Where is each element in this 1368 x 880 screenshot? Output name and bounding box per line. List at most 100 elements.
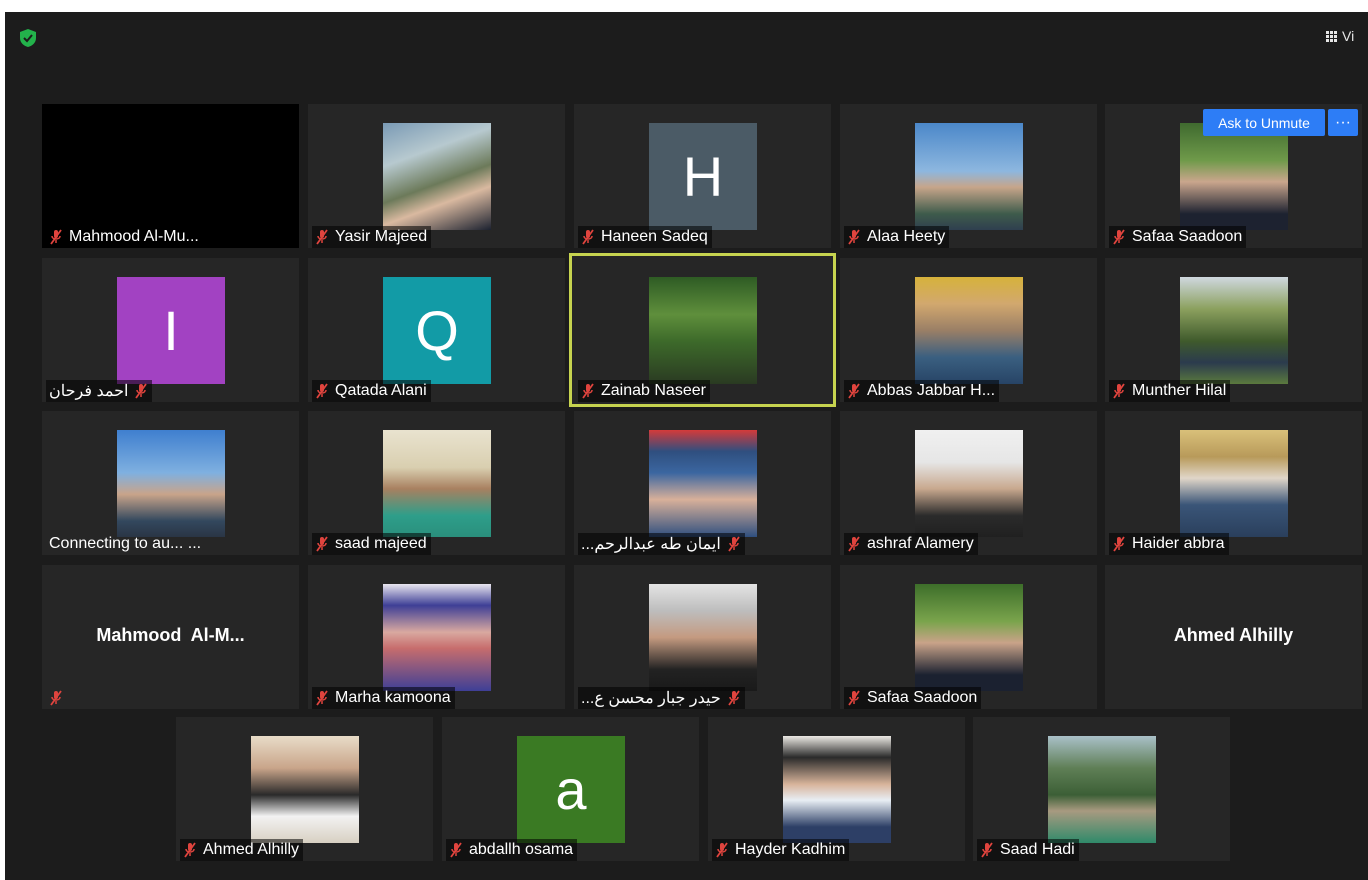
participant-name: Marha kamoona [335, 689, 451, 706]
participant-photo [783, 736, 891, 843]
connecting-status: Connecting to au... ... [49, 535, 202, 552]
participant-label: Saad Hadi [977, 839, 1079, 861]
participant-label: Safaa Saadoon [1109, 226, 1247, 248]
participant-photo [915, 277, 1023, 384]
participant-tile[interactable]: ashraf Alamery [840, 411, 1097, 555]
participant-photo [915, 430, 1023, 537]
participant-label: Yasir Majeed [312, 226, 432, 248]
participant-name: حيدر جبار محسن ع... [581, 690, 721, 707]
participant-name: Hayder Kadhim [735, 841, 846, 858]
muted-mic-icon [1113, 536, 1125, 552]
meeting-window: Vi Mahmood Al-Mu... Yasir Majeed H Hanee… [5, 12, 1368, 880]
participant-tile-active-speaker[interactable]: Zainab Naseer [569, 253, 836, 407]
participant-photo [383, 584, 491, 691]
muted-mic-icon [981, 842, 993, 858]
muted-mic-icon [450, 842, 462, 858]
muted-mic-icon [50, 229, 62, 245]
participant-tile[interactable]: حيدر جبار محسن ع... [574, 565, 831, 709]
participant-name: saad majeed [335, 535, 427, 552]
participant-tile[interactable]: Safaa Saadoon [840, 565, 1097, 709]
participant-label: ايمان طه عبدالرحم... [578, 533, 745, 555]
participant-tile[interactable]: Munther Hilal [1105, 258, 1362, 402]
participant-tile[interactable]: Abbas Jabbar H... [840, 258, 1097, 402]
participant-label: Haider abbra [1109, 533, 1229, 555]
participant-initial: Q [383, 277, 491, 384]
participant-name: ايمان طه عبدالرحم... [581, 536, 721, 553]
participant-tile[interactable]: H Haneen Sadeq [574, 104, 831, 248]
participant-tile[interactable]: Mahmood Al-M... [42, 565, 299, 709]
participant-name: ashraf Alamery [867, 535, 974, 552]
ask-to-unmute-button[interactable]: Ask to Unmute [1203, 109, 1325, 136]
participant-tile[interactable]: Connecting to au... ... [42, 411, 299, 555]
participant-label: Connecting to au... ... [46, 533, 205, 555]
participant-photo [383, 123, 491, 230]
participant-label: احمد فرحان [46, 380, 153, 402]
participant-photo [915, 123, 1023, 230]
muted-mic-icon [848, 383, 860, 399]
shield-check-icon[interactable] [20, 29, 36, 47]
participant-name: Ahmed Alhilly [203, 841, 300, 858]
participant-tile[interactable]: Hayder Kadhim [708, 717, 965, 861]
participant-tile[interactable]: saad majeed [308, 411, 565, 555]
muted-mic-icon [716, 842, 728, 858]
participant-initial: a [517, 736, 625, 843]
participant-label: ashraf Alamery [844, 533, 978, 555]
participant-name: Safaa Saadoon [1132, 228, 1243, 245]
participant-photo [649, 430, 757, 537]
participant-label: Munther Hilal [1109, 380, 1231, 402]
participant-tile[interactable]: I احمد فرحان [42, 258, 299, 402]
more-options-button[interactable]: ··· [1328, 109, 1358, 136]
participant-tile[interactable]: a abdallh osama [442, 717, 699, 861]
participant-label: Abbas Jabbar H... [844, 380, 1000, 402]
participant-tile[interactable]: Mahmood Al-Mu... [42, 104, 299, 248]
participant-tile[interactable]: Marha kamoona [308, 565, 565, 709]
muted-mic-icon [728, 690, 740, 706]
participant-label: Marha kamoona [312, 687, 455, 709]
participant-label: Ahmed Alhilly [180, 839, 304, 861]
participant-label: حيدر جبار محسن ع... [578, 687, 745, 709]
participant-display-name: Mahmood Al-M... [96, 625, 245, 645]
muted-mic-icon [184, 842, 196, 858]
participant-label: saad majeed [312, 533, 431, 555]
participant-photo [1180, 277, 1288, 384]
muted-mic-icon [848, 536, 860, 552]
participant-photo [117, 430, 225, 537]
participant-tile[interactable]: ايمان طه عبدالرحم... [574, 411, 831, 555]
participant-name: Zainab Naseer [601, 382, 706, 399]
participant-photo [649, 584, 757, 691]
muted-mic-icon [316, 383, 328, 399]
participant-label: Mahmood Al-Mu... [46, 226, 203, 248]
muted-mic-icon [135, 383, 148, 399]
participant-name: Abbas Jabbar H... [867, 382, 996, 399]
participant-tile[interactable]: Saad Hadi [973, 717, 1230, 861]
participant-name: احمد فرحان [49, 383, 129, 400]
view-label: Vi [1342, 28, 1355, 44]
muted-mic-icon [728, 536, 740, 552]
participant-label: Zainab Naseer [578, 380, 710, 402]
participant-name: Munther Hilal [1132, 382, 1227, 399]
participant-tile[interactable]: Yasir Majeed [308, 104, 565, 248]
muted-mic-icon [848, 690, 860, 706]
participant-photo [1048, 736, 1156, 843]
view-button[interactable]: Vi [1326, 28, 1354, 44]
muted-mic-icon [50, 690, 62, 706]
participant-label: Safaa Saadoon [844, 687, 982, 709]
muted-mic-icon [1113, 229, 1125, 245]
participant-photo [1180, 123, 1288, 230]
participant-label: Hayder Kadhim [712, 839, 850, 861]
participant-photo [383, 430, 491, 537]
participant-name: Safaa Saadoon [867, 689, 978, 706]
participant-photo [915, 584, 1023, 691]
participant-tile[interactable]: Haider abbra [1105, 411, 1362, 555]
participant-initial: I [117, 277, 225, 384]
participant-tile[interactable]: Alaa Heety [840, 104, 1097, 248]
participant-label: Qatada Alani [312, 380, 431, 402]
participant-tile[interactable]: Ahmed Alhilly [1105, 565, 1362, 709]
participant-photo [1180, 430, 1288, 537]
participant-name: Yasir Majeed [335, 228, 428, 245]
participant-photo [251, 736, 359, 843]
participant-tile[interactable]: Ahmed Alhilly [176, 717, 433, 861]
participant-name: Mahmood Al-Mu... [69, 228, 199, 245]
participant-tile[interactable]: Q Qatada Alani [308, 258, 565, 402]
participant-name: Saad Hadi [1000, 841, 1075, 858]
